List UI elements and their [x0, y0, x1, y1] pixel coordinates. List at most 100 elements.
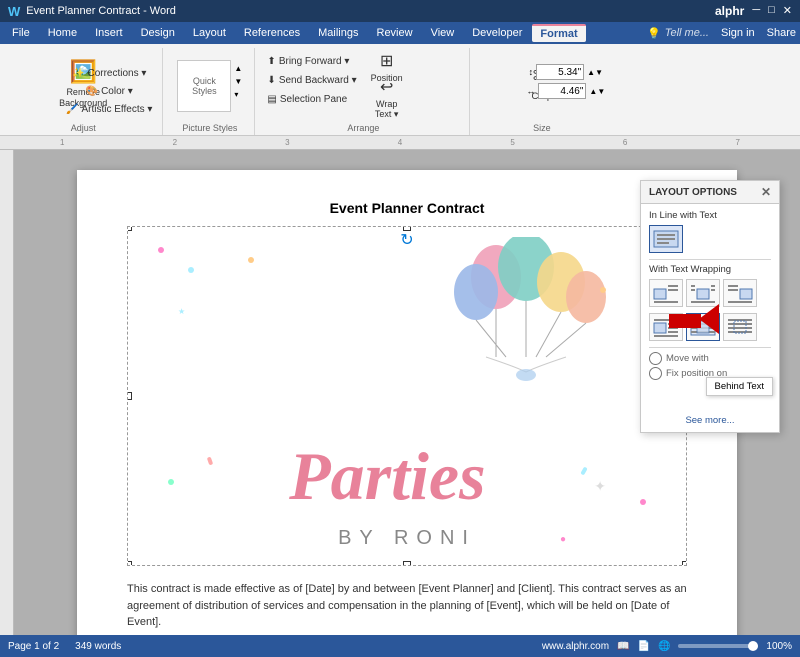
view-print-btn[interactable]: 📄: [638, 641, 650, 652]
height-input[interactable]: [536, 64, 584, 80]
handle-bl[interactable]: [127, 561, 132, 566]
handle-bm[interactable]: [403, 561, 411, 566]
zoom-thumb[interactable]: [748, 641, 758, 651]
red-arrow-indicator: [669, 299, 729, 352]
fix-position-radio[interactable]: [649, 367, 662, 380]
title-bar-text: Event Planner Contract - Word: [26, 5, 176, 17]
divider-1: [649, 259, 771, 260]
contract-text: This contract is made effective as of [D…: [127, 581, 687, 631]
image-area[interactable]: Parties BY RONI ✦ ● ★: [127, 226, 687, 566]
layout-panel-close-button[interactable]: ✕: [761, 185, 771, 199]
bring-forward-icon: ⬆: [267, 56, 275, 67]
page-container: ↻ Event Planner Contract: [14, 150, 800, 635]
menu-design[interactable]: Design: [133, 25, 183, 41]
menu-review[interactable]: Review: [369, 25, 421, 41]
layout-options-panel: LAYOUT OPTIONS ✕ In Line with Text: [640, 180, 780, 433]
position-icon: ⊞: [380, 51, 393, 71]
confetti-2: [188, 267, 194, 273]
menu-file[interactable]: File: [4, 25, 38, 41]
color-icon: 🎨: [86, 86, 98, 97]
decoration-star: ✦: [594, 478, 606, 495]
inline-icon: [652, 228, 680, 250]
menu-layout[interactable]: Layout: [185, 25, 234, 41]
menu-mailings[interactable]: Mailings: [310, 25, 366, 41]
handle-tm[interactable]: [403, 226, 411, 231]
app-icon: W: [8, 4, 20, 19]
move-with-text-label: Move with: [666, 353, 709, 364]
handle-br[interactable]: [682, 561, 687, 566]
tell-me-input[interactable]: Tell me...: [665, 27, 709, 39]
height-spinner[interactable]: ▲▼: [587, 68, 603, 77]
send-backward-button[interactable]: ⬇ Send Backward ▾: [263, 71, 360, 89]
by-roni-text: BY RONI: [338, 527, 476, 550]
adjust-label: Adjust: [4, 123, 162, 133]
menu-references[interactable]: References: [236, 25, 308, 41]
styles-scroll-down[interactable]: ▼: [234, 76, 242, 88]
confetti-6: [600, 287, 606, 293]
bring-forward-button[interactable]: ⬆ Bring Forward ▾: [263, 52, 360, 70]
zoom-slider[interactable]: [678, 644, 758, 648]
tell-me-icon: 💡: [647, 27, 661, 40]
handle-tl[interactable]: [127, 226, 132, 231]
color-button[interactable]: 🎨 Color ▾: [82, 82, 137, 100]
corrections-button[interactable]: ✨ Corrections ▾: [68, 64, 150, 82]
width-icon: ↔: [526, 86, 535, 96]
width-spinner[interactable]: ▲▼: [589, 87, 605, 96]
alphr-logo: alphr: [715, 4, 744, 18]
styles-scroll-up[interactable]: ▲: [234, 63, 242, 75]
handle-ml[interactable]: [127, 392, 132, 400]
see-more-link[interactable]: See more...: [649, 415, 771, 426]
wrap-text-button[interactable]: ↩ Wrap Text ▾: [365, 83, 409, 113]
title-bar: W Event Planner Contract - Word alphr ─ …: [0, 0, 800, 22]
move-options-section: Move with Fix position on: [649, 352, 771, 380]
ribbon: 🖼️ RemoveBackground ✨ Corrections ▾ 🎨 Co…: [0, 44, 800, 136]
styles-expand[interactable]: ▾: [234, 89, 242, 101]
inline-option[interactable]: [649, 225, 683, 253]
confetti-8: [207, 457, 213, 466]
picture-styles-group: QuickStyles ▲ ▼ ▾ Picture Styles: [165, 48, 255, 135]
confetti-7: [580, 467, 587, 476]
arrange-label: Arrange: [257, 123, 469, 133]
layout-panel-header: LAYOUT OPTIONS ✕: [641, 181, 779, 204]
confetti-1: [158, 247, 164, 253]
menu-insert[interactable]: Insert: [87, 25, 131, 41]
quick-styles-label: QuickStyles: [192, 76, 217, 96]
size-label: Size: [472, 123, 611, 133]
view-read-btn[interactable]: 📖: [617, 641, 629, 652]
menu-view[interactable]: View: [423, 25, 463, 41]
page-title: Event Planner Contract: [127, 200, 687, 216]
maximize-btn[interactable]: □: [768, 4, 775, 18]
selection-pane-button[interactable]: ▤ Selection Pane: [263, 90, 360, 108]
decoration-dot-l: ★: [178, 307, 185, 316]
menu-developer[interactable]: Developer: [464, 25, 530, 41]
zoom-level: 100%: [766, 641, 792, 652]
balloons-graphic: [426, 237, 626, 417]
wrap-icon-3: [726, 282, 754, 304]
status-url: www.alphr.com: [542, 641, 609, 652]
menu-format[interactable]: Format: [532, 24, 585, 42]
status-bar: Page 1 of 2 349 words www.alphr.com 📖 📄 …: [0, 635, 800, 657]
vertical-ruler: [0, 150, 14, 635]
confetti-4: [168, 479, 174, 485]
artistic-effects-icon: 🖌️: [66, 104, 78, 115]
width-input[interactable]: [538, 83, 586, 99]
minimize-btn[interactable]: ─: [752, 4, 760, 18]
parties-text: Parties: [289, 442, 485, 510]
close-btn[interactable]: ✕: [783, 4, 792, 18]
share-btn[interactable]: Share: [767, 27, 796, 39]
corrections-icon: ✨: [72, 68, 84, 79]
view-web-btn[interactable]: 🌐: [658, 641, 670, 652]
sign-in-btn[interactable]: Sign in: [721, 27, 755, 39]
artistic-effects-button[interactable]: 🖌️ Artistic Effects ▾: [62, 100, 156, 118]
size-group: ✂ Crop ↕ ▲▼ ↔ ▲▼ Size: [472, 48, 611, 135]
inline-options-grid: [649, 225, 771, 253]
quick-styles-button[interactable]: QuickStyles: [177, 60, 231, 112]
behind-text-tooltip: Behind Text: [706, 377, 773, 396]
move-with-text-radio[interactable]: [649, 352, 662, 365]
page: ↻ Event Planner Contract: [77, 170, 737, 635]
height-icon: ↕: [529, 67, 534, 77]
confetti-3: [248, 257, 254, 263]
menu-bar: File Home Insert Design Layout Reference…: [0, 22, 800, 44]
pic-styles-label: Picture Styles: [165, 123, 254, 133]
menu-home[interactable]: Home: [40, 25, 85, 41]
